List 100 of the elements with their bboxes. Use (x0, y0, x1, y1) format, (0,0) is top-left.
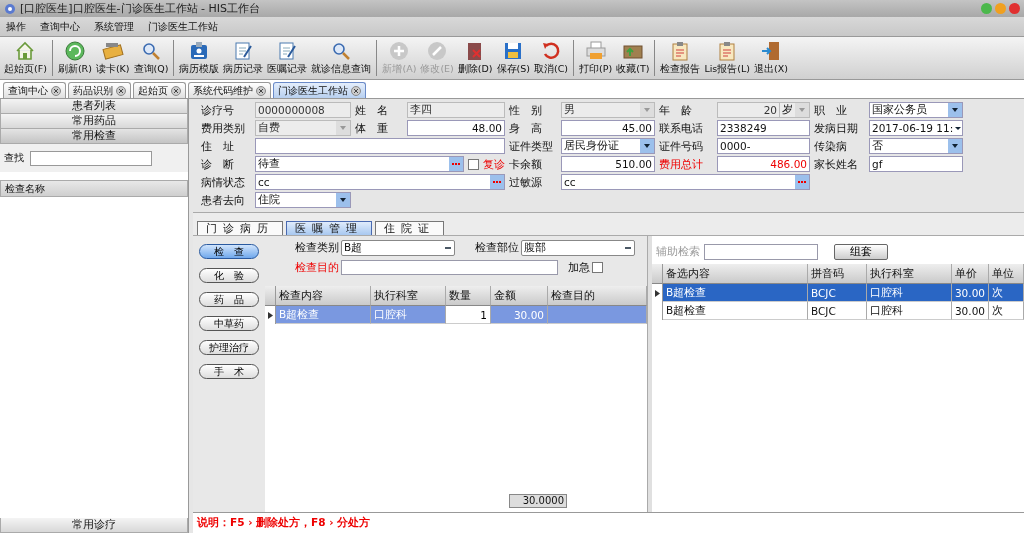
field-label: 发病日期 (814, 120, 859, 136)
field-label: 家长姓名 (814, 156, 859, 172)
table-row[interactable]: B超检查 BCJC 口腔科 30.00 次 (652, 284, 1024, 302)
input-field[interactable]: 0000- (717, 138, 810, 154)
dropdown[interactable]: B超 (341, 239, 455, 256)
sidebar-section-header[interactable]: 常用诊疗 (0, 518, 188, 533)
checkbox[interactable] (592, 262, 603, 273)
window-title: [口腔医生]口腔医生-门诊医生工作站 - HIS工作台 (20, 1, 261, 16)
field-label: 诊 断 (201, 156, 235, 172)
input-field[interactable]: 486.00 (717, 156, 810, 172)
field-label: 检查部位 (475, 240, 519, 255)
toolbar-button[interactable]: 病历模版 (177, 40, 222, 76)
checkbox[interactable] (468, 158, 479, 170)
checkbox-label: 加急 (568, 260, 590, 275)
field-label: 检查类别 (295, 240, 339, 255)
tab[interactable]: 医嘱管理 (286, 221, 372, 235)
toolbar-button[interactable]: 医嘱记录 (265, 40, 310, 76)
ellipsis-button-icon (490, 175, 504, 189)
ellipsis-button-icon (795, 175, 809, 189)
toolbar-button[interactable]: 检查报告 (658, 40, 703, 76)
field-label: 卡余额 (509, 156, 543, 172)
tab[interactable]: 住院证 (375, 221, 444, 235)
toolbar-button[interactable]: Lis报告(L) (702, 40, 752, 76)
document-tab[interactable]: 查询中心 (3, 82, 66, 98)
document-tab[interactable]: 起始页 (133, 82, 186, 98)
sidebar-section-header[interactable]: 患者列表 (0, 99, 188, 114)
field-label: 年 龄 (659, 102, 693, 118)
input-field[interactable]: cc (255, 174, 505, 190)
input-field[interactable]: 2338249 (717, 120, 810, 136)
menu-item[interactable]: 操作 (6, 19, 26, 34)
order-type-button[interactable]: 护理治疗 (199, 340, 259, 355)
toolbar-button[interactable]: 就诊信息查询 (309, 40, 374, 76)
search-field[interactable] (30, 150, 152, 166)
edit-document-icon (232, 40, 255, 62)
close-button[interactable] (1009, 3, 1020, 14)
input-field[interactable]: cc (561, 174, 810, 190)
input-field[interactable] (255, 138, 505, 154)
dropdown[interactable]: 居民身份证 (561, 138, 655, 154)
date-picker[interactable]: 2017-06-19 11: (869, 120, 963, 136)
close-icon (116, 85, 126, 96)
document-tab[interactable]: 门诊医生工作站 (273, 82, 366, 98)
table-cell: 30.00 (952, 284, 989, 302)
toolbar-button[interactable]: 病历记录 (221, 40, 266, 76)
order-type-button[interactable]: 检 查 (199, 244, 259, 259)
input-field[interactable]: 待查 (255, 156, 464, 172)
table-cell: 1 (446, 306, 491, 324)
field-label: 费用类别 (201, 120, 246, 136)
toolbar-button[interactable]: 退出(X) (752, 40, 790, 76)
ellipsis-button-icon (449, 157, 463, 171)
row-pointer-icon (267, 311, 273, 319)
field-label: 过敏源 (509, 174, 543, 190)
toolbar-button[interactable]: 取消(C) (532, 40, 571, 76)
input-field[interactable] (341, 260, 558, 275)
search-icon (140, 40, 162, 62)
input-field[interactable]: 45.00 (561, 120, 655, 136)
input-field[interactable]: 48.00 (407, 120, 505, 136)
toolbar-button[interactable]: 查询(Q) (131, 40, 171, 76)
toolbar-button[interactable]: 打印(P) (577, 40, 615, 76)
table-cell: 口腔科 (371, 306, 446, 324)
order-type-button[interactable]: 药 品 (199, 292, 259, 307)
table-cell: 次 (989, 302, 1024, 320)
toolbar-button[interactable]: 起始页(F) (2, 40, 49, 76)
table-cell: 次 (989, 284, 1024, 302)
toolbar-button[interactable]: 刷新(R) (55, 40, 94, 76)
table-row[interactable]: B超检查 BCJC 口腔科 30.00 次 (652, 302, 1024, 320)
app-logo-icon (4, 2, 16, 15)
search-field[interactable] (704, 244, 818, 260)
input-field[interactable]: 510.00 (561, 156, 655, 172)
field-label: 辅助检索 (656, 245, 700, 259)
order-type-button[interactable]: 中草药 (199, 316, 259, 331)
field-label: 诊疗号 (201, 102, 235, 118)
document-tab[interactable]: 药品识别 (68, 82, 131, 98)
table-row[interactable]: B超检查 口腔科 1 30.00 (265, 306, 647, 324)
input-field[interactable]: gf (869, 156, 963, 172)
field-label: 住 址 (201, 138, 235, 154)
exit-door-icon (759, 40, 782, 62)
document-tab[interactable]: 系统代码维护 (188, 82, 271, 98)
field-label: 检查目的 (295, 260, 339, 275)
menu-item[interactable]: 系统管理 (94, 19, 134, 34)
menu-item[interactable]: 门诊医生工作站 (148, 19, 218, 34)
row-header-cell (652, 264, 663, 284)
dropdown[interactable]: 腹部 (521, 239, 635, 256)
dropdown[interactable]: 国家公务员 (869, 102, 963, 118)
toolbar-button[interactable]: 读卡(K) (93, 40, 132, 76)
group-button[interactable]: 组套 (834, 244, 888, 260)
dropdown[interactable]: 否 (869, 138, 963, 154)
tab[interactable]: 门诊病历 (197, 221, 283, 235)
status-text: 说明：F5 › 删除处方，F8 › 分处方 (193, 513, 1024, 533)
sidebar-section-header[interactable]: 常用检查 (0, 129, 188, 144)
toolbar-button[interactable]: 删除(D) (455, 40, 495, 76)
list-column-header: 检查名称 (0, 180, 188, 197)
sidebar-section-header[interactable]: 常用药品 (0, 114, 188, 129)
field-label: 费用总计 (659, 156, 704, 172)
order-type-button[interactable]: 手 术 (199, 364, 259, 379)
toolbar-button[interactable]: 保存(S) (494, 40, 532, 76)
menu-item[interactable]: 查询中心 (40, 19, 80, 34)
toolbar-button[interactable]: 收藏(T) (614, 40, 652, 76)
dropdown[interactable]: 住院 (255, 192, 351, 208)
field-label: 姓 名 (355, 102, 389, 118)
order-type-button[interactable]: 化 验 (199, 268, 259, 283)
